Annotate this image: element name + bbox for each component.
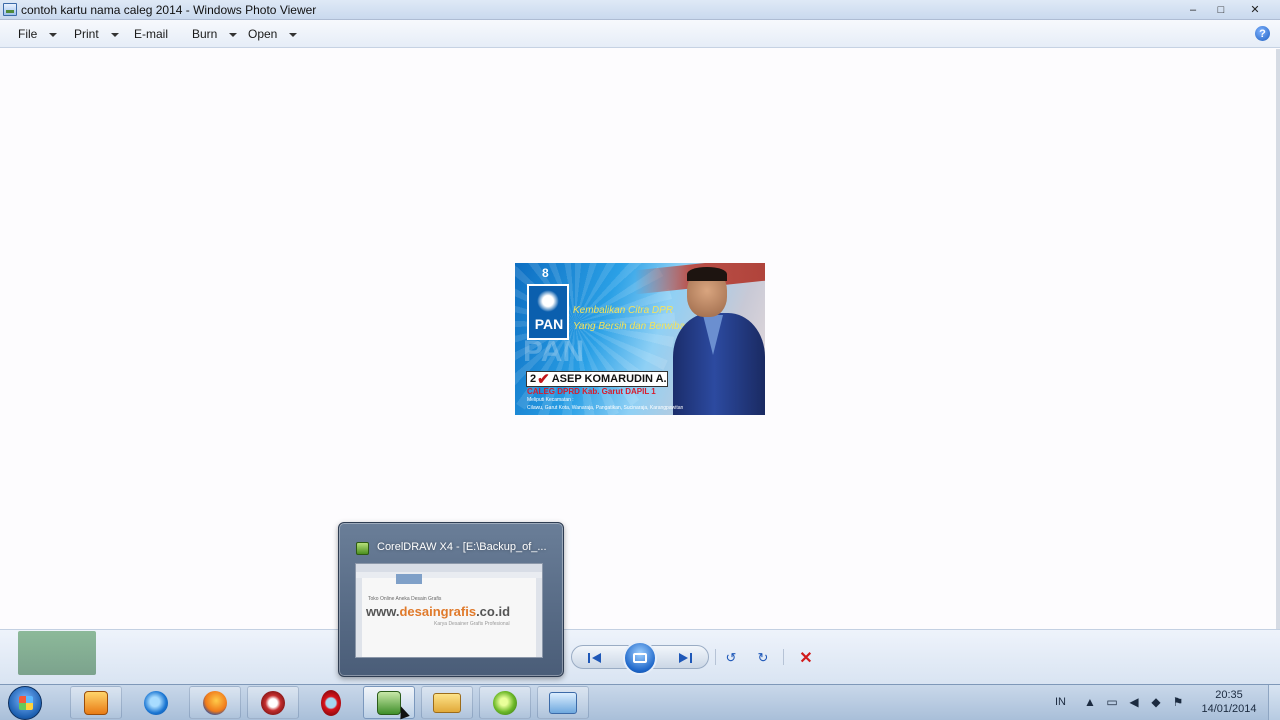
taskbar-photo-viewer[interactable] [537, 686, 589, 719]
chevron-down-icon [110, 32, 119, 37]
folder-icon [433, 692, 461, 713]
candidate-name: ASEP KOMARUDIN A. [551, 373, 667, 385]
taskbar-explorer[interactable] [421, 686, 473, 719]
preview-url: www.desaingrafis.co.id [366, 604, 510, 619]
separator [715, 649, 716, 665]
maximize-button[interactable]: □ [1208, 1, 1234, 18]
slideshow-button[interactable] [623, 641, 657, 675]
chevron-down-icon [229, 32, 238, 37]
delete-button[interactable]: ✕ [795, 648, 817, 668]
clock-time: 20:35 [1215, 689, 1243, 701]
area-list: Cilawu, Garut Kota, Wanaraja, Pangatikan… [527, 405, 684, 411]
ballot-number: 2 [530, 373, 537, 385]
photo-viewer-icon [3, 3, 17, 16]
separator [783, 649, 784, 665]
menu-open-label: Open [248, 27, 278, 41]
hair [687, 267, 727, 281]
window-preview[interactable]: Toko Online Aneka Desain Grafis www.desa… [355, 563, 543, 658]
preview-toolbar [356, 572, 542, 578]
candidate-position: CALEG DPRD Kab. Garut DAPIL 1 [527, 387, 656, 396]
url-suffix: .co.id [476, 604, 511, 619]
taskbar-opera[interactable] [305, 686, 357, 719]
show-desktop-button[interactable] [1268, 685, 1280, 720]
rotate-clockwise-button[interactable]: ↻ [753, 648, 773, 668]
title-bar: contoh kartu nama caleg 2014 - Windows P… [0, 0, 1280, 20]
taskbar-internet-explorer[interactable] [130, 686, 182, 719]
navigation-controls: ↺ ↻ ✕ [571, 641, 829, 675]
displayed-image: 8 PAN Kembalikan Citra DPR Yang Bersih d… [515, 263, 765, 415]
window-title: contoh kartu nama caleg 2014 - Windows P… [21, 3, 317, 17]
party-watermark: PAN [523, 335, 585, 368]
chevron-down-icon [289, 32, 298, 37]
green-app-icon [493, 690, 517, 715]
language-indicator[interactable]: IN [1055, 686, 1066, 718]
help-icon[interactable]: ? [1255, 26, 1270, 41]
sun-icon [537, 290, 559, 312]
menu-bar: File Print E-mail Burn Open ? [0, 20, 1280, 48]
media-player-icon [84, 690, 108, 715]
menu-file-label: File [18, 27, 38, 41]
photo-viewer-icon [549, 691, 577, 714]
taskbar-app-red[interactable] [247, 686, 299, 719]
slogan-line-1: Kembalikan Citra DPR [573, 305, 674, 316]
popup-title: CorelDRAW X4 - [E:\Backup_of_... [377, 541, 547, 553]
windows-logo-icon [19, 696, 33, 710]
action-center-flag-icon[interactable]: ⚑ [1170, 694, 1186, 710]
menu-file[interactable]: File [18, 27, 58, 41]
preview-tagline: Karya Desainer Grafis Profesional [434, 621, 510, 627]
chevron-down-icon [49, 32, 58, 37]
minimize-button[interactable]: – [1180, 1, 1206, 18]
prev-icon [588, 653, 601, 663]
firefox-icon [203, 690, 227, 715]
rotate-counterclockwise-button[interactable]: ↺ [721, 648, 741, 668]
party-logo: PAN [527, 284, 569, 340]
candidate-photo [673, 267, 765, 415]
menu-burn[interactable]: Burn [192, 27, 238, 41]
window-controls: – □ ✕ [1180, 1, 1274, 18]
area-label: Meliputi Kecamatan : [527, 397, 574, 403]
show-hidden-icons-icon[interactable]: ▲ [1082, 694, 1098, 710]
check-icon: ✔ [537, 370, 550, 388]
internet-explorer-icon [144, 690, 168, 715]
slideshow-icon [633, 653, 647, 663]
next-icon [679, 653, 692, 663]
url-prefix: www. [366, 604, 400, 619]
info-thumbnail [18, 631, 96, 675]
previous-button[interactable] [585, 650, 605, 666]
candidate-name-bar: 2 ✔ ASEP KOMARUDIN A. [526, 371, 668, 387]
start-button[interactable] [8, 686, 42, 720]
menu-open[interactable]: Open [248, 27, 298, 41]
system-tray: ▲ ▭ ◀ ◆ ⚑ [1082, 686, 1186, 718]
taskbar-media-player[interactable] [70, 686, 122, 719]
party-number: 8 [542, 266, 549, 280]
preview-toolbar [356, 564, 542, 572]
clock[interactable]: 20:35 14/01/2014 [1196, 688, 1262, 716]
language-label: IN [1055, 696, 1066, 708]
volume-icon[interactable]: ◀ [1126, 694, 1142, 710]
menu-email[interactable]: E-mail [134, 27, 168, 41]
coreldraw-icon [356, 542, 369, 555]
taskbar-firefox[interactable] [189, 686, 241, 719]
preview-sidebar [536, 578, 542, 657]
preview-heading: Toko Online Aneka Desain Grafis [368, 596, 442, 602]
taskbar-app-green[interactable] [479, 686, 531, 719]
url-domain: desaingrafis [399, 604, 477, 619]
close-button[interactable]: ✕ [1236, 1, 1274, 18]
menu-print[interactable]: Print [74, 27, 119, 41]
party-logo-text: PAN [534, 316, 564, 332]
preview-graphic [396, 574, 422, 584]
red-app-icon [261, 690, 285, 715]
clock-date: 14/01/2014 [1201, 703, 1257, 715]
network-icon[interactable]: ▭ [1104, 694, 1120, 710]
menu-print-label: Print [74, 27, 99, 41]
menu-burn-label: Burn [192, 27, 218, 41]
next-button[interactable] [675, 650, 695, 666]
drive-icon[interactable]: ◆ [1148, 694, 1164, 710]
taskbar-thumbnail-popup[interactable]: CorelDRAW X4 - [E:\Backup_of_... Toko On… [338, 522, 564, 677]
preview-sidebar [356, 578, 362, 657]
scrollbar[interactable] [1276, 49, 1280, 629]
opera-icon [321, 689, 341, 716]
